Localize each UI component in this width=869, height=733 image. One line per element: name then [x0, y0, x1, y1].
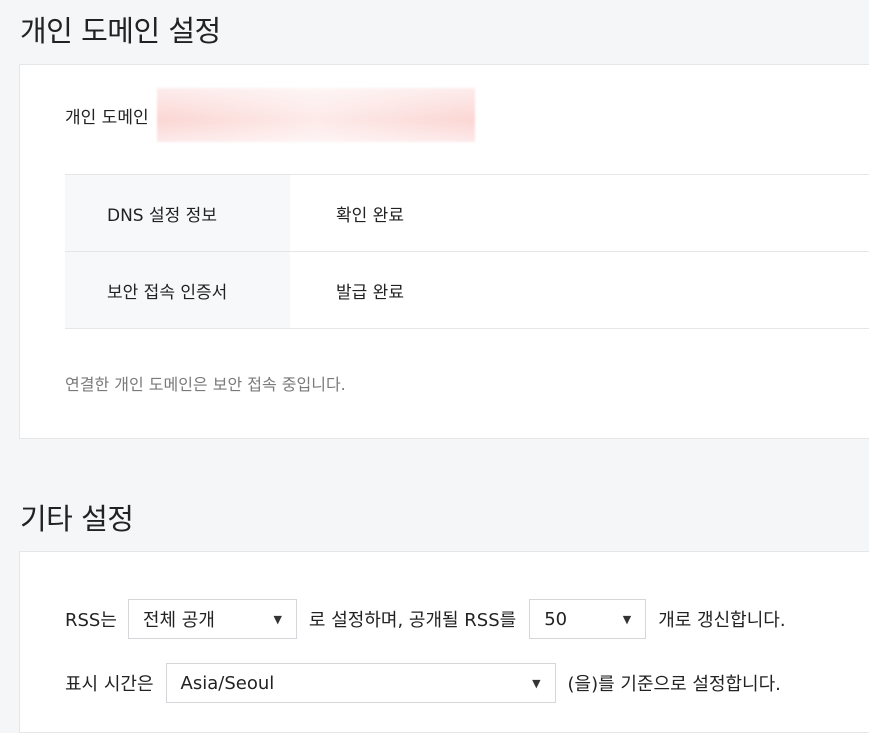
caret-down-icon: ▼	[273, 612, 282, 626]
rss-prefix: RSS는	[65, 610, 117, 631]
dns-value: 확인 완료	[290, 174, 869, 252]
secure-connection-note: 연결한 개인 도메인은 보안 접속 중입니다.	[65, 375, 346, 394]
certificate-label: 보안 접속 인증서	[65, 251, 290, 329]
timezone-suffix: (을)를 기준으로 설정합니다.	[567, 674, 781, 695]
domain-section-title: 개인 도메인 설정	[20, 14, 221, 48]
rss-count-select[interactable]: 50 ▼	[529, 599, 647, 639]
table-row: 보안 접속 인증서 발급 완료	[65, 251, 869, 329]
rss-count-value: 50	[544, 608, 568, 630]
other-settings-card: RSS는 전체 공개 ▼ 로 설정하며, 공개될 RSS를 50 ▼ 개로 갱신…	[19, 551, 869, 733]
domain-row: 개인 도메인	[65, 87, 475, 143]
domain-label: 개인 도메인	[65, 107, 149, 128]
caret-down-icon: ▼	[622, 612, 632, 626]
rss-middle-text: 로 설정하며, 공개될 RSS를	[308, 610, 517, 631]
rss-suffix: 개로 갱신합니다.	[658, 610, 786, 631]
redacted-domain	[156, 88, 475, 142]
caret-down-icon: ▼	[532, 676, 541, 690]
table-row: DNS 설정 정보 확인 완료	[65, 174, 869, 252]
other-section-title: 기타 설정	[20, 502, 134, 536]
rss-scope-select[interactable]: 전체 공개 ▼	[127, 599, 297, 639]
timezone-select[interactable]: Asia/Seoul ▼	[165, 663, 556, 703]
timezone-prefix: 표시 시간은	[65, 674, 154, 695]
timezone-value: Asia/Seoul	[180, 672, 275, 694]
domain-card: 개인 도메인 DNS 설정 정보 확인 완료 보안 접속 인증서 발급 완료 연…	[19, 64, 869, 439]
certificate-value: 발급 완료	[290, 251, 869, 329]
dns-label: DNS 설정 정보	[65, 174, 290, 252]
timezone-row: 표시 시간은 Asia/Seoul ▼ (을)를 기준으로 설정합니다.	[65, 663, 781, 703]
rss-row: RSS는 전체 공개 ▼ 로 설정하며, 공개될 RSS를 50 ▼ 개로 갱신…	[65, 599, 786, 639]
rss-scope-value: 전체 공개	[142, 610, 215, 631]
domain-status-table: DNS 설정 정보 확인 완료 보안 접속 인증서 발급 완료	[65, 174, 869, 329]
